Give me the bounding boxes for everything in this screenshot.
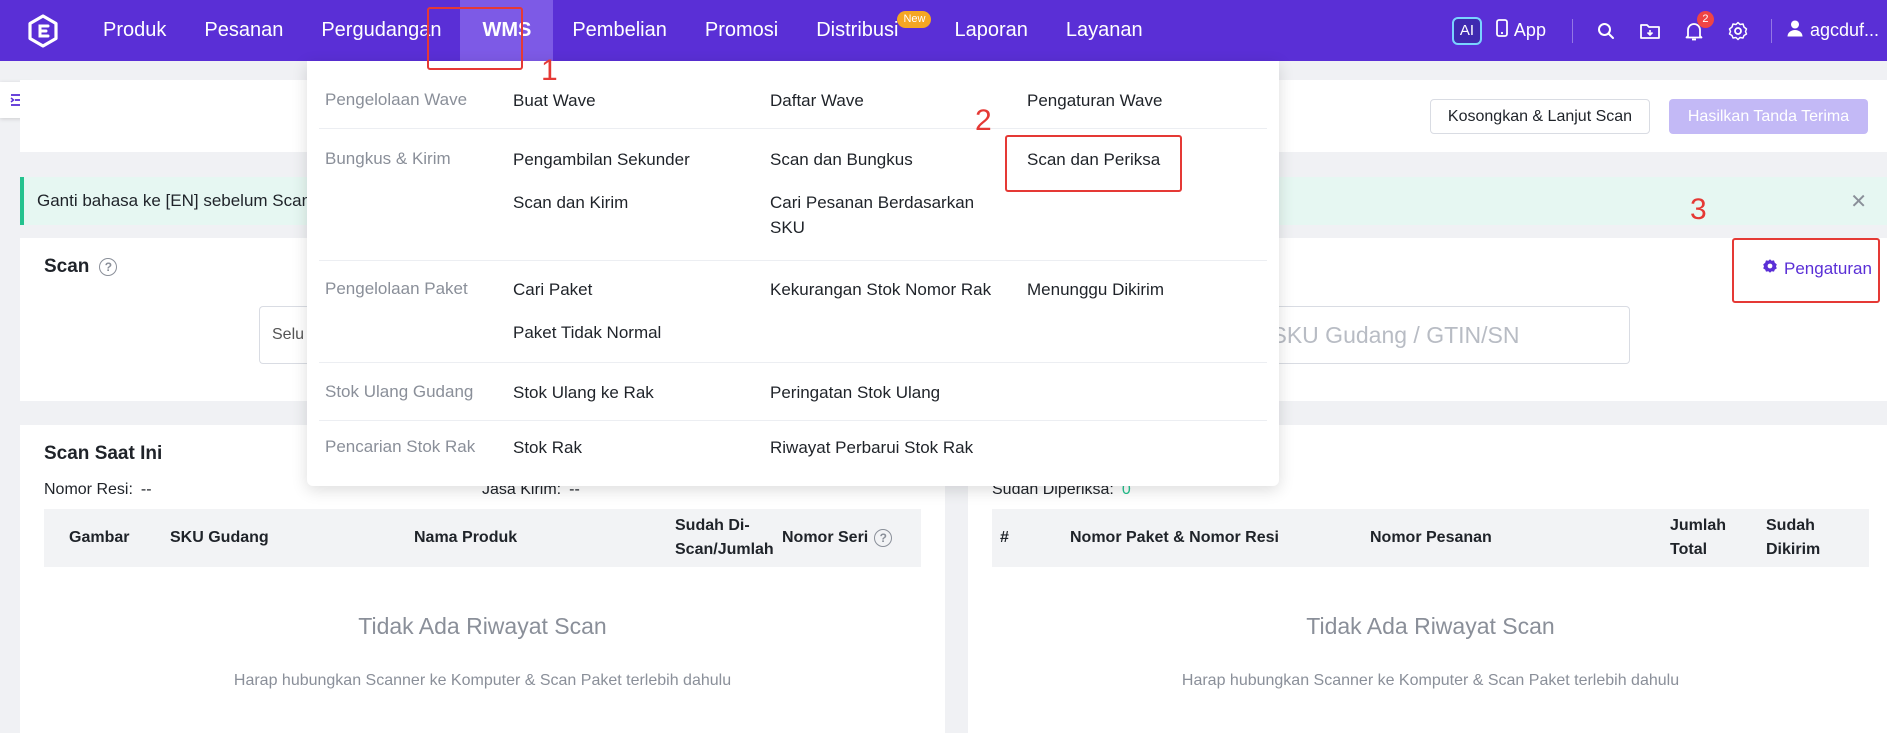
col-header-label: Nomor Seri [782,529,869,546]
menu-item-stok-ulang-ke-rak[interactable]: Stok Ulang ke Rak [513,380,654,405]
nav-item-pembelian[interactable]: Pembelian [553,0,686,61]
menu-group-stok-ulang: Stok Ulang Gudang Stok Ulang ke Rak Peri… [319,363,1267,421]
col-header: Jumlah Total [1670,517,1727,558]
current-scan-table-header: Gambar SKU Gudang Nama Produk Sudah Di-S… [44,509,921,567]
phone-icon [1496,19,1508,42]
menu-item-cari-paket[interactable]: Cari Paket [513,277,592,302]
annotation-step-2: 2 [975,104,992,137]
nav-label: Pergudangan [321,19,442,41]
search-icon[interactable] [1595,20,1617,42]
col-header: Nama Produk [414,529,518,546]
main-nav: Produk Pesanan Pergudangan WMS Pembelian… [84,0,1162,61]
menu-category: Bungkus & Kirim [325,149,451,168]
nav-item-produk[interactable]: Produk [84,0,185,61]
menu-item-scan-dan-kirim[interactable]: Scan dan Kirim [513,190,628,215]
notification-count: 2 [1696,10,1714,28]
empty-state-title: Tidak Ada Riwayat Scan [1306,613,1555,639]
close-icon[interactable]: ✕ [1850,189,1867,214]
scan-title: Scan ? [44,256,118,278]
nav-item-layanan[interactable]: Layanan [1047,0,1162,61]
logo-icon[interactable] [26,13,60,48]
nav-label: Laporan [954,19,1028,41]
col-header: Sudah Dikirim [1766,517,1821,558]
menu-item-menunggu-dikirim[interactable]: Menunggu Dikirim [1027,277,1164,302]
highlight-settings [1732,238,1880,303]
col-header: Nomor Paket & Nomor Resi [1070,529,1279,546]
col-header-serial: Nomor Seri ? [782,509,893,567]
tracking-number: Nomor Resi: -- [44,481,152,499]
menu-item-pengambilan-sekunder[interactable]: Pengambilan Sekunder [513,147,690,172]
col-header: Nomor Pesanan [1370,529,1492,546]
app-label: App [1513,20,1546,40]
help-icon[interactable]: ? [874,529,893,547]
annotation-step-1: 1 [541,54,558,87]
menu-item-paket-tidak-normal[interactable]: Paket Tidak Normal [513,320,661,345]
menu-group-wave: Pengelolaan Wave Buat Wave Daftar Wave P… [319,61,1267,129]
top-right-tools: AI App 2 agcduf... [1451,0,1887,61]
gear-icon[interactable] [1727,20,1749,42]
nav-label: Distribusi [816,19,899,41]
col-header: Gambar [69,529,130,546]
col-header: # [1000,529,1009,546]
menu-item-riwayat-stok-rak[interactable]: Riwayat Perbarui Stok Rak [770,435,973,460]
generate-receipt-button[interactable]: Hasilkan Tanda Terima [1669,99,1868,134]
user-name: agcduf... [1809,20,1879,40]
nav-label: Layanan [1065,19,1143,41]
menu-item-peringatan-stok-ulang[interactable]: Peringatan Stok Ulang [770,380,940,405]
highlight-wms [427,7,523,70]
col-header: SKU Gudang [170,529,269,546]
nav-item-distribusi[interactable]: Distribusi New [797,0,932,61]
menu-item-daftar-wave[interactable]: Daftar Wave [770,88,864,113]
menu-group-pengelolaan-paket: Pengelolaan Paket Cari Paket Kekurangan … [319,261,1267,363]
col-header: Sudah Di-Scan/Jumlah [675,517,774,558]
menu-item-cari-pesanan-sku[interactable]: Cari Pesanan Berdasarkan SKU [770,190,975,240]
clear-continue-scan-button[interactable]: Kosongkan & Lanjut Scan [1430,99,1650,134]
annotation-step-3: 3 [1690,193,1707,226]
bell-icon[interactable]: 2 [1683,10,1714,42]
user-icon [1786,19,1804,42]
help-icon[interactable]: ? [99,258,118,276]
app-link[interactable]: App [1496,19,1546,42]
menu-item-scan-dan-bungkus[interactable]: Scan dan Bungkus [770,147,913,172]
alert-message: Ganti bahasa ke [EN] sebelum Scan. [37,191,316,210]
menu-item-pengaturan-wave[interactable]: Pengaturan Wave [1027,88,1162,113]
ai-label: AI [1459,22,1475,39]
folder-download-icon[interactable] [1639,20,1661,42]
ai-icon[interactable]: AI [1451,16,1482,45]
user-menu[interactable]: agcduf... [1786,19,1879,42]
checked-table-header: # Nomor Paket & Nomor Resi Nomor Pesanan… [992,509,1869,567]
nav-label: Pembelian [572,19,667,41]
highlight-scan-dan-periksa [1005,135,1182,192]
divider [1770,18,1772,43]
menu-category: Stok Ulang Gudang [325,382,474,401]
nav-label: Produk [103,19,167,41]
divider [1571,18,1573,43]
new-badge: New [897,11,932,28]
menu-group-pencarian-stok-rak: Pencarian Stok Rak Stok Rak Riwayat Perb… [319,421,1267,481]
nav-item-laporan[interactable]: Laporan [935,0,1046,61]
menu-category: Pengelolaan Wave [325,90,468,109]
nav-label: Promosi [704,19,779,41]
scan-title-text: Scan [44,256,90,277]
top-nav-bar: Produk Pesanan Pergudangan WMS Pembelian… [0,0,1887,61]
nav-item-promosi[interactable]: Promosi [686,0,797,61]
tracking-value: -- [140,481,152,498]
menu-category: Pencarian Stok Rak [325,437,476,456]
scan-input[interactable]: i SKU Gudang / GTIN/SN [1220,306,1630,364]
empty-state-subtitle: Harap hubungkan Scanner ke Komputer & Sc… [1181,672,1680,689]
menu-item-kekurangan-stok-rak[interactable]: Kekurangan Stok Nomor Rak [770,277,991,302]
nav-item-pesanan[interactable]: Pesanan [185,0,302,61]
empty-state-subtitle: Harap hubungkan Scanner ke Komputer & Sc… [233,672,732,689]
wms-dropdown-menu: Pengelolaan Wave Buat Wave Daftar Wave P… [307,61,1279,486]
menu-item-stok-rak[interactable]: Stok Rak [513,435,582,460]
empty-state-title: Tidak Ada Riwayat Scan [358,613,607,639]
tracking-label: Nomor Resi: [44,481,133,498]
current-scan-title: Scan Saat Ini [44,443,163,464]
nav-label: Pesanan [204,19,284,41]
menu-category: Pengelolaan Paket [325,279,468,298]
menu-item-buat-wave[interactable]: Buat Wave [513,88,596,113]
